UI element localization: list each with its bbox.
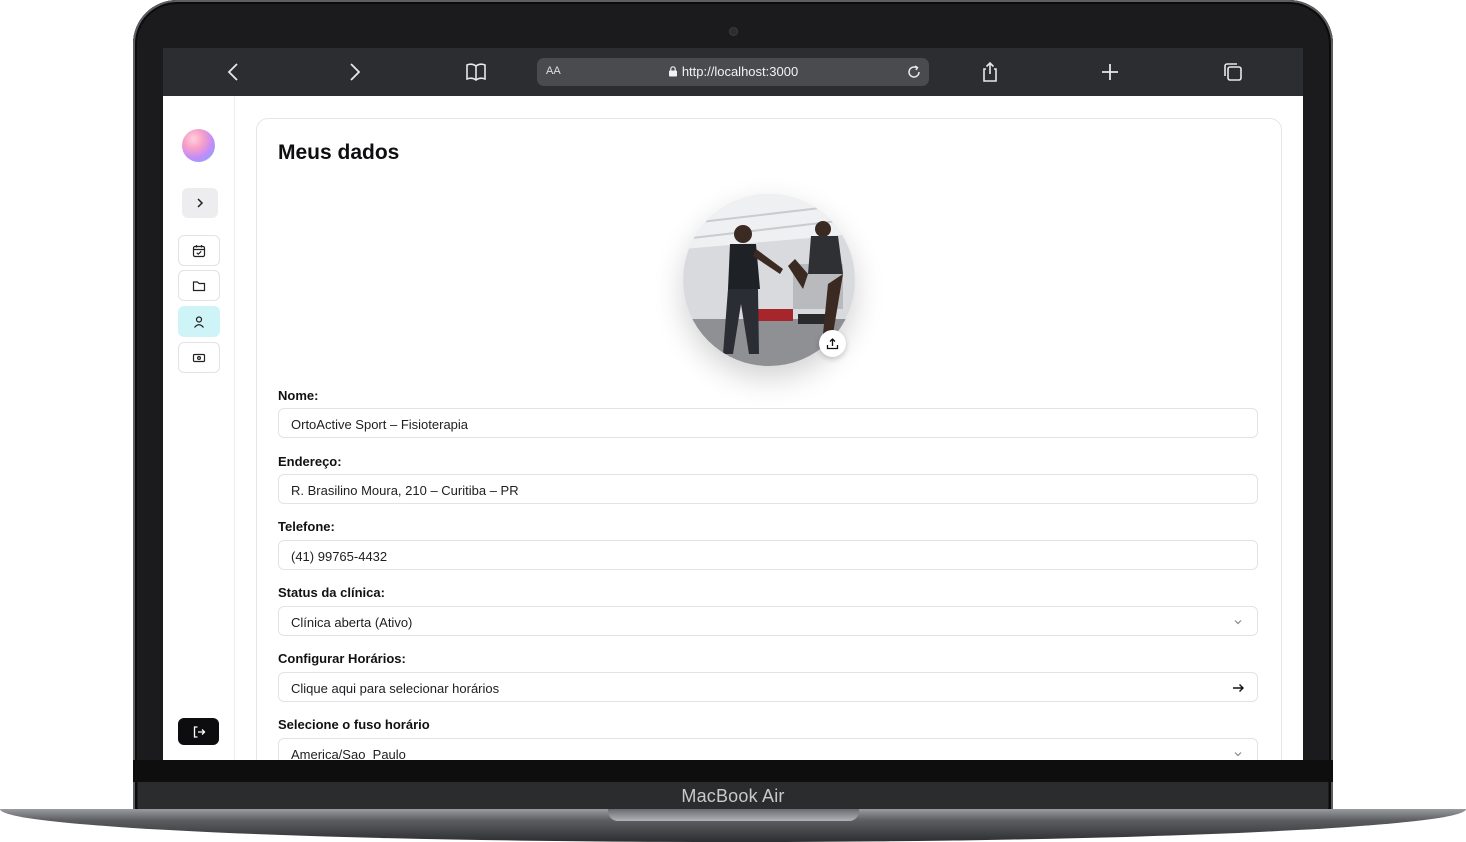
sidebar [163,96,235,760]
telefone-input[interactable]: (41) 99765-4432 [278,540,1258,570]
folder-icon [192,280,206,291]
back-icon[interactable] [222,60,246,84]
logout-button[interactable] [178,718,219,745]
chevron-down-icon [1234,620,1242,625]
share-icon[interactable] [978,60,1002,84]
expand-sidebar-button[interactable] [182,188,218,218]
upload-icon [826,338,839,350]
chevron-right-icon [197,198,204,208]
fuso-select[interactable]: America/Sao_Paulo [278,738,1258,760]
upload-photo-button[interactable] [819,330,846,357]
lock-icon [668,66,677,77]
sidebar-item-files[interactable] [178,270,220,301]
telefone-label: Telefone: [278,519,335,534]
status-select[interactable]: Clínica aberta (Ativo) [278,606,1258,636]
forward-icon[interactable] [342,60,366,84]
page-title: Meus dados [278,141,400,164]
status-value: Clínica aberta (Ativo) [291,615,413,630]
laptop-screen: AA http://localhost:3000 Meus dados Nome… [163,48,1303,760]
camera-dot [730,28,737,35]
status-label: Status da clínica: [278,585,385,600]
user-icon [194,315,204,328]
nome-label: Nome: [278,388,319,403]
ticket-icon [192,353,206,362]
telefone-value: (41) 99765-4432 [291,549,388,564]
chevron-down-icon [1234,752,1242,757]
reload-icon[interactable] [905,63,923,81]
nome-value: OrtoActive Sport – Fisioterapia [291,417,469,432]
screen-bezel-bottom [133,760,1333,782]
horarios-button[interactable]: Clique aqui para selecionar horários [278,672,1258,702]
horarios-value: Clique aqui para selecionar horários [291,681,500,696]
sidebar-item-profile[interactable] [178,306,220,337]
logout-icon [193,725,205,738]
sidebar-item-agenda[interactable] [178,235,220,266]
device-brand-label: MacBook Air [681,786,785,806]
brand-logo[interactable] [182,129,215,162]
profile-card: Meus dados Nome: OrtoActive Sport – Fisi… [256,118,1282,760]
tabs-overview-icon[interactable] [1221,60,1245,84]
new-tab-icon[interactable] [1098,60,1122,84]
url-text: http://localhost:3000 [537,64,929,79]
nome-input[interactable]: OrtoActive Sport – Fisioterapia [278,408,1258,438]
arrow-right-icon [1233,684,1244,692]
laptop-opening-notch [608,809,859,821]
laptop-hinge: MacBook Air [138,782,1328,810]
url-value: http://localhost:3000 [681,64,799,79]
bookmarks-icon[interactable] [464,60,488,84]
sidebar-item-tickets[interactable] [178,342,220,373]
calendar-check-icon [192,244,206,257]
horarios-label: Configurar Horários: [278,651,406,666]
fuso-value: America/Sao_Paulo [291,747,406,760]
endereco-label: Endereço: [278,454,342,469]
address-bar[interactable]: AA http://localhost:3000 [537,58,929,86]
browser-toolbar: AA http://localhost:3000 [163,48,1303,96]
endereco-value: R. Brasilino Moura, 210 – Curitiba – PR [291,483,519,498]
endereco-input[interactable]: R. Brasilino Moura, 210 – Curitiba – PR [278,474,1258,504]
app-viewport: Meus dados Nome: OrtoActive Sport – Fisi… [163,96,1303,760]
fuso-label: Selecione o fuso horário [278,717,430,732]
